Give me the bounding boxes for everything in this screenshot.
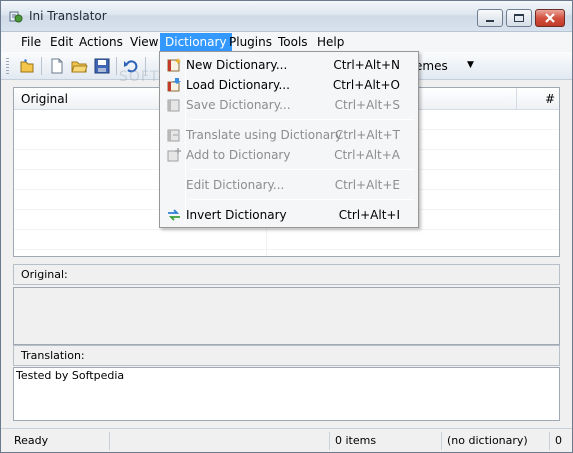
toolbar-separator xyxy=(116,57,117,75)
status-blank xyxy=(109,432,329,450)
menu-separator xyxy=(190,119,414,120)
minimize-icon xyxy=(486,20,494,22)
load-dictionary-icon xyxy=(167,78,181,92)
translation-label: Translation: xyxy=(13,345,560,366)
menu-item-label: Translate using Dictionary xyxy=(186,128,343,142)
menu-tools[interactable]: Tools xyxy=(273,33,313,51)
menu-item-add-to-dictionary[interactable]: Add to Dictionary Ctrl+Alt+A xyxy=(162,145,416,165)
menu-item-save-dictionary[interactable]: Save Dictionary... Ctrl+Alt+S xyxy=(162,95,416,115)
column-header-original[interactable]: Original xyxy=(21,92,68,106)
menu-dictionary[interactable]: Dictionary xyxy=(160,33,232,51)
original-text-area[interactable] xyxy=(13,287,560,345)
close-icon xyxy=(545,13,555,23)
title-bar[interactable]: Ini Translator xyxy=(1,1,572,32)
menu-file[interactable]: File xyxy=(16,33,46,51)
chevron-down-icon[interactable]: ▼ xyxy=(467,60,474,70)
save-dictionary-icon xyxy=(167,99,180,112)
menu-view[interactable]: View xyxy=(125,33,163,51)
open-folder-icon[interactable] xyxy=(70,57,88,75)
menu-item-shortcut: Ctrl+Alt+O xyxy=(332,78,400,92)
menu-actions[interactable]: Actions xyxy=(74,33,128,51)
save-icon[interactable] xyxy=(93,57,111,75)
translation-text[interactable]: Tested by Softpedia xyxy=(16,369,124,382)
original-label: Original: xyxy=(13,264,560,285)
menu-item-shortcut: Ctrl+Alt+E xyxy=(334,178,400,192)
original-label-text: Original: xyxy=(21,268,68,281)
menu-item-label: Invert Dictionary xyxy=(186,208,287,222)
status-text: Ready xyxy=(14,434,49,447)
menu-item-shortcut: Ctrl+Alt+N xyxy=(333,58,400,72)
window-title: Ini Translator xyxy=(29,9,107,23)
menu-item-label: New Dictionary... xyxy=(186,58,288,72)
menu-item-shortcut: Ctrl+Alt+S xyxy=(334,98,400,112)
menu-item-invert-dictionary[interactable]: Invert Dictionary Ctrl+Alt+I xyxy=(162,205,416,225)
status-bar: Ready 0 items (no dictionary) 0 xyxy=(1,428,572,452)
menu-help[interactable]: Help xyxy=(312,33,349,51)
menu-item-load-dictionary[interactable]: Load Dictionary... Ctrl+Alt+O xyxy=(162,75,416,95)
status-dictionary: (no dictionary) xyxy=(441,432,549,450)
menu-item-shortcut: Ctrl+Alt+I xyxy=(338,208,400,222)
new-file-icon[interactable] xyxy=(48,57,66,75)
toolbar-grip[interactable] xyxy=(6,58,9,74)
menu-item-new-dictionary[interactable]: New Dictionary... Ctrl+Alt+N xyxy=(162,55,416,75)
menu-item-label: Save Dictionary... xyxy=(186,98,291,112)
menu-bar: File Edit Actions View Dictionary Plugin… xyxy=(1,32,572,52)
maximize-icon xyxy=(514,14,524,22)
menu-item-label: Edit Dictionary... xyxy=(186,178,285,192)
themes-dropdown-label[interactable]: emes xyxy=(415,59,448,73)
menu-item-label: Load Dictionary... xyxy=(186,78,290,92)
wizard-icon[interactable] xyxy=(18,57,36,75)
menu-item-shortcut: Ctrl+Alt+T xyxy=(334,128,400,142)
menu-item-shortcut: Ctrl+Alt+A xyxy=(334,148,400,162)
column-header-index[interactable]: # xyxy=(545,92,555,106)
menu-plugins[interactable]: Plugins xyxy=(224,33,277,51)
new-dictionary-icon xyxy=(167,58,181,72)
toolbar-separator xyxy=(41,57,42,75)
menu-separator xyxy=(190,169,414,170)
menu-item-translate-using-dictionary[interactable]: Translate using Dictionary Ctrl+Alt+T xyxy=(162,125,416,145)
maximize-button[interactable] xyxy=(506,9,532,27)
status-items-count: 0 items xyxy=(329,432,441,450)
menu-item-edit-dictionary[interactable]: Edit Dictionary... Ctrl+Alt+E xyxy=(162,175,416,195)
close-button[interactable] xyxy=(535,9,565,27)
add-to-dictionary-icon xyxy=(167,148,181,162)
status-extra: 0 xyxy=(549,432,571,450)
minimize-button[interactable] xyxy=(477,9,503,27)
translation-text-area[interactable]: Tested by Softpedia xyxy=(13,367,560,421)
invert-dictionary-icon xyxy=(168,209,180,221)
dictionary-menu: New Dictionary... Ctrl+Alt+N Load Dictio… xyxy=(159,51,419,228)
app-window: Ini Translator File Edit Actions View Di… xyxy=(0,0,573,453)
column-divider[interactable] xyxy=(516,88,517,110)
menu-item-label: Add to Dictionary xyxy=(186,148,291,162)
translation-label-text: Translation: xyxy=(21,349,85,362)
app-icon xyxy=(9,11,23,23)
translate-dictionary-icon xyxy=(167,129,180,142)
menu-separator xyxy=(190,199,414,200)
